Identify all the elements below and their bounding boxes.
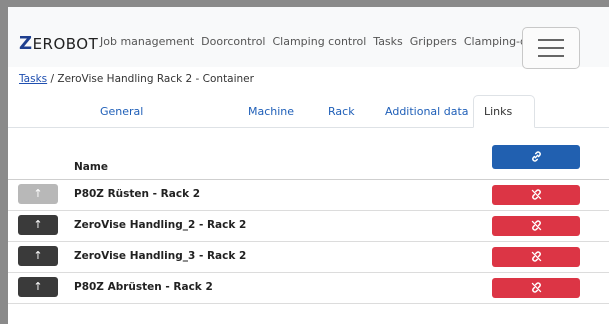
nav-link-grippers[interactable]: Grippers <box>410 35 457 48</box>
move-up-button[interactable]: ↑ <box>18 246 58 266</box>
move-up-button[interactable]: ↑ <box>18 277 58 297</box>
move-up-button[interactable]: ↑ <box>18 184 58 204</box>
table-row: ↑ P80Z Rüsten - Rack 2 <box>8 180 609 211</box>
unlink-button[interactable] <box>492 247 580 267</box>
nav-link-clamping-control[interactable]: Clamping control <box>272 35 366 48</box>
nav-link-doorcontrol[interactable]: Doorcontrol <box>201 35 265 48</box>
row-name: ZeroVise Handling_2 - Rack 2 <box>74 219 247 231</box>
row-name: ZeroVise Handling_3 - Rack 2 <box>74 250 247 262</box>
unlink-icon <box>530 219 543 233</box>
row-name: P80Z Rüsten - Rack 2 <box>74 188 201 200</box>
brand-logo[interactable]: ZEROBOT <box>19 33 98 54</box>
arrow-up-icon: ↑ <box>33 280 43 293</box>
table-row: ↑ ZeroVise Handling_3 - Rack 2 <box>8 242 609 273</box>
breadcrumb-current: ZeroVise Handling Rack 2 - Container <box>57 73 254 85</box>
arrow-up-icon: ↑ <box>33 249 43 262</box>
tab-rack[interactable]: Rack <box>328 105 355 118</box>
add-link-button[interactable] <box>492 145 580 169</box>
unlink-button[interactable] <box>492 278 580 298</box>
tab-additional-data[interactable]: Additional data <box>385 105 469 118</box>
navbar: ZEROBOT Job management Doorcontrol Clamp… <box>8 7 609 69</box>
table-header: Name <box>8 145 609 180</box>
unlink-icon <box>530 250 543 264</box>
tab-general[interactable]: General <box>100 105 143 118</box>
table-row: ↑ P80Z Abrüsten - Rack 2 <box>8 273 609 304</box>
brand-rest: EROBOT <box>32 35 99 53</box>
breadcrumb-link-tasks[interactable]: Tasks <box>19 73 47 85</box>
tab-links[interactable]: Links <box>473 95 536 128</box>
table-row: ↑ ZeroVise Handling_2 - Rack 2 <box>8 211 609 242</box>
nav-link-job-management[interactable]: Job management <box>100 35 194 48</box>
move-up-button[interactable]: ↑ <box>18 215 58 235</box>
tab-bar: General Machine Rack Additional data Lin… <box>8 95 609 128</box>
unlink-icon <box>530 188 543 202</box>
arrow-up-icon: ↑ <box>33 218 43 231</box>
column-header-name: Name <box>74 161 108 173</box>
row-name: P80Z Abrüsten - Rack 2 <box>74 281 213 293</box>
breadcrumb: Tasks / ZeroVise Handling Rack 2 - Conta… <box>19 73 254 85</box>
tab-machine[interactable]: Machine <box>248 105 294 118</box>
unlink-button[interactable] <box>492 185 580 205</box>
page: ZEROBOT Job management Doorcontrol Clamp… <box>8 7 609 324</box>
unlink-button[interactable] <box>492 216 580 236</box>
nav-link-tasks[interactable]: Tasks <box>373 35 402 48</box>
arrow-up-icon: ↑ <box>33 187 43 200</box>
link-icon <box>530 150 543 164</box>
unlink-icon <box>530 281 543 295</box>
menu-toggle-button[interactable] <box>522 27 580 69</box>
nav-links: Job management Doorcontrol Clamping cont… <box>100 35 569 48</box>
brand-initial: Z <box>19 33 33 54</box>
breadcrumb-separator: / <box>50 73 55 85</box>
